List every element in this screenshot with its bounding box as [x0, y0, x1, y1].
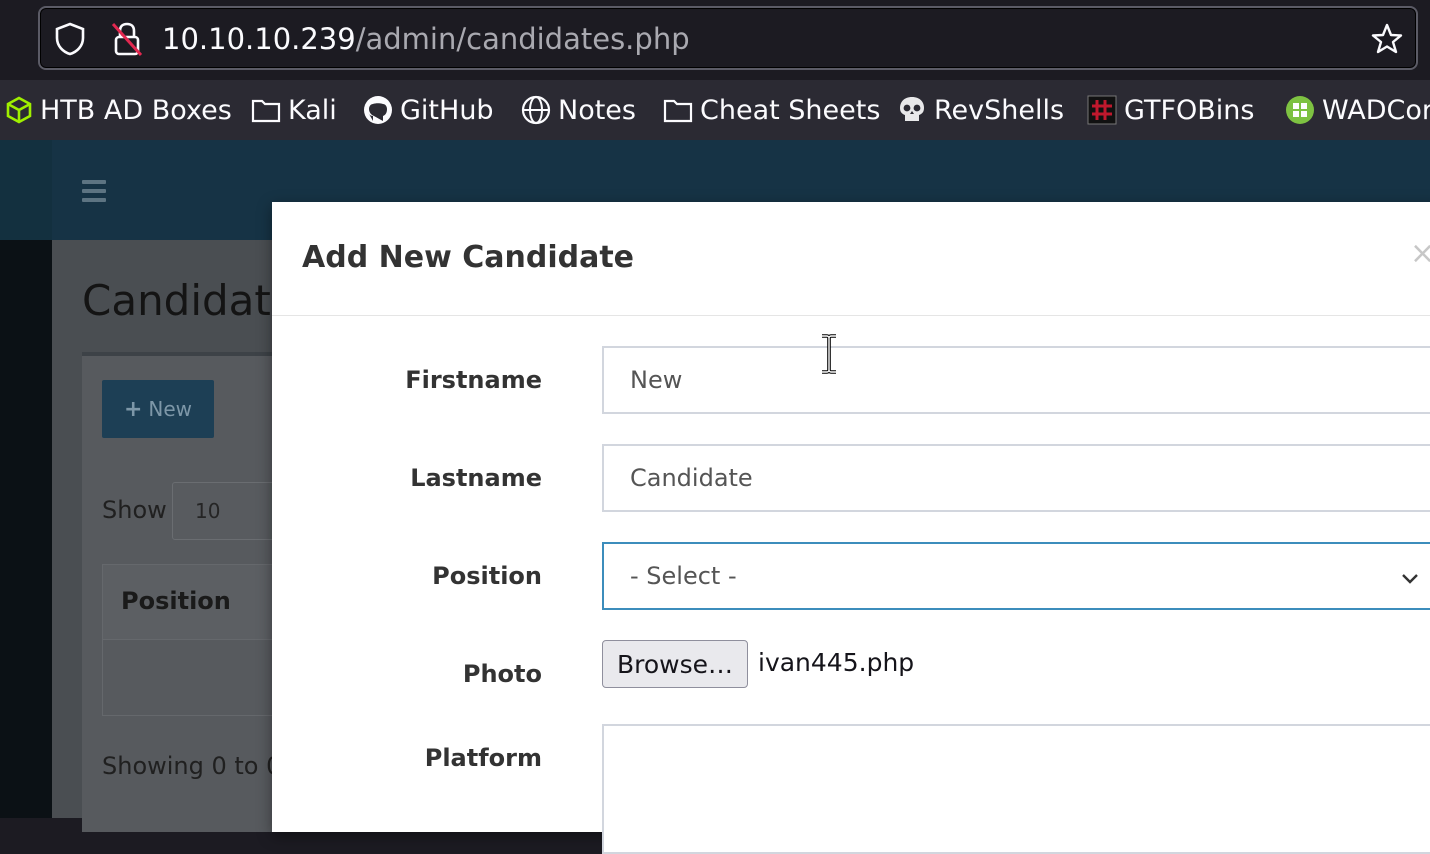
folder-icon: [251, 99, 281, 123]
new-candidate-button[interactable]: + New: [102, 380, 214, 438]
github-icon: [364, 96, 392, 124]
position-select[interactable]: - Select -: [602, 542, 1430, 610]
bookmark-kali[interactable]: Kali: [250, 90, 337, 130]
position-label: Position: [432, 562, 542, 590]
bookmark-gtfobins[interactable]: GTFOBins: [1086, 90, 1254, 130]
modal-header: Add New Candidate ×: [272, 202, 1430, 316]
bookmark-htb-ad-boxes[interactable]: HTB AD Boxes: [4, 90, 232, 130]
sidebar: [0, 140, 52, 818]
address-bar[interactable]: 10.10.10.239/admin/candidates.php: [38, 6, 1418, 70]
browse-button[interactable]: Browse…: [602, 640, 748, 688]
modal-title: Add New Candidate: [302, 240, 635, 275]
table-info: Showing 0 to 0: [102, 752, 282, 780]
bookmark-notes[interactable]: Notes: [520, 90, 636, 130]
bookmarks-toolbar: HTB AD Boxes Kali GitHub Notes Cheat She…: [0, 80, 1430, 140]
selected-file-name: ivan445.php: [758, 648, 915, 677]
bookmark-revshells[interactable]: RevShells: [896, 90, 1064, 130]
lastname-input[interactable]: Candidate: [602, 444, 1430, 512]
bookmark-star-icon[interactable]: [1370, 22, 1404, 56]
url-text[interactable]: 10.10.10.239/admin/candidates.php: [162, 22, 690, 56]
insecure-lock-icon[interactable]: [110, 20, 144, 58]
platform-textarea[interactable]: [602, 724, 1430, 854]
wadcoms-icon: [1286, 96, 1314, 124]
globe-icon: [521, 95, 551, 125]
plus-icon: +: [123, 396, 143, 422]
show-entries-label: Show: [102, 496, 167, 524]
browser-toolbar: 10.10.10.239/admin/candidates.php: [0, 0, 1430, 80]
photo-label: Photo: [462, 660, 542, 688]
firstname-input[interactable]: New: [602, 346, 1430, 414]
chevron-down-icon: [1402, 574, 1418, 584]
bookmark-wadcoms[interactable]: WADCor: [1284, 90, 1430, 130]
hamburger-menu-icon[interactable]: [82, 180, 106, 202]
add-candidate-modal: Add New Candidate × Firstname New Lastna…: [272, 202, 1430, 854]
platform-label: Platform: [424, 744, 542, 772]
text-cursor-icon: [822, 334, 836, 374]
firstname-label: Firstname: [405, 366, 542, 394]
close-icon[interactable]: ×: [1410, 236, 1430, 271]
skull-icon: [900, 97, 924, 121]
page-title: Candidate: [82, 276, 297, 325]
lastname-label: Lastname: [410, 464, 542, 492]
cube-icon: [6, 96, 32, 124]
bookmark-github[interactable]: GitHub: [362, 90, 494, 130]
gtfobins-icon: [1087, 95, 1117, 125]
sidebar-logo-area: [0, 140, 52, 240]
position-select-value: - Select -: [630, 562, 737, 590]
shield-icon[interactable]: [54, 22, 86, 56]
folder-icon: [663, 99, 693, 123]
bookmark-cheat-sheets[interactable]: Cheat Sheets: [662, 90, 880, 130]
